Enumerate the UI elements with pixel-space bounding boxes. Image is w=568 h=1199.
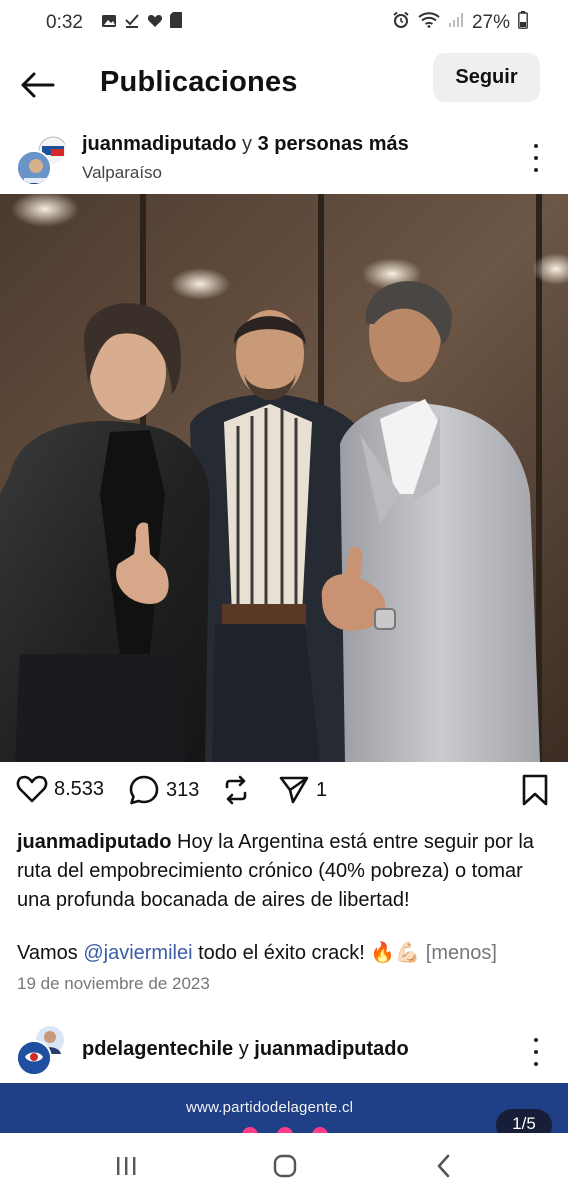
status-right: 27% [392, 11, 528, 35]
send-icon[interactable] [278, 774, 310, 806]
status-bar: 0:32 27% [0, 0, 568, 46]
notification-icons [101, 12, 182, 34]
next-author-avatar[interactable] [16, 1040, 52, 1076]
next-more-options-icon[interactable] [526, 1038, 546, 1066]
recent-apps-icon[interactable] [111, 1153, 141, 1179]
caption-vamos: Vamos [17, 942, 78, 964]
next-image-url-text: www.partidodelagente.cl [186, 1099, 354, 1116]
status-left: 0:32 [46, 12, 182, 34]
sd-card-icon [169, 12, 182, 34]
like-count: 8.533 [54, 777, 105, 800]
page-title: Publicaciones [100, 66, 298, 98]
post-header: juanmadiputado y 3 personas más Valparaí… [0, 128, 568, 190]
next-post-header: pdelagentechile y juanmadiputado [0, 1022, 568, 1082]
system-nav-bar [0, 1133, 568, 1199]
alarm-icon [392, 11, 410, 35]
bookmark-icon[interactable] [521, 774, 549, 806]
avatar-stack[interactable] [16, 132, 68, 186]
share-count: 1 [316, 778, 328, 801]
back-arrow-icon[interactable] [20, 70, 56, 100]
post-caption: juanmadiputado Hoy la Argentina está ent… [17, 828, 553, 915]
comment-action[interactable]: 313 [128, 774, 199, 806]
next-post-author[interactable]: pdelagentechile [82, 1038, 233, 1060]
photo-illustration [0, 194, 568, 762]
post-author-line[interactable]: juanmadiputado y 3 personas más [82, 133, 409, 156]
next-post-image[interactable]: www.partidodelagente.cl 1/5 [0, 1083, 568, 1133]
battery-percent: 27% [471, 12, 510, 33]
wifi-icon [418, 12, 440, 34]
share-action[interactable]: 1 [278, 774, 327, 806]
home-icon[interactable] [270, 1153, 300, 1179]
follow-button[interactable]: Seguir [433, 53, 540, 102]
less-link[interactable]: [menos] [426, 942, 497, 964]
post-date: 19 de noviembre de 2023 [17, 974, 210, 993]
next-image-graphic [242, 1127, 328, 1133]
like-action[interactable]: 8.533 [16, 774, 104, 804]
image-counter: 1/5 [496, 1109, 552, 1133]
image-icon [101, 12, 117, 34]
next-author-connector: y [238, 1038, 249, 1060]
author-connector: y [242, 133, 253, 155]
save-action[interactable] [521, 774, 549, 806]
post-caption-second: Vamos @javiermilei todo el éxito crack! … [17, 939, 557, 968]
post-author[interactable]: juanmadiputado [82, 133, 236, 155]
author-avatar[interactable] [16, 150, 52, 186]
app-header: Publicaciones Seguir [0, 52, 568, 116]
caption-mention-link[interactable]: @javiermilei [83, 942, 192, 964]
repost-icon[interactable] [220, 774, 252, 806]
next-post-coauthor[interactable]: juanmadiputado [254, 1038, 408, 1060]
post-photo[interactable] [0, 194, 568, 762]
battery-icon [518, 11, 528, 35]
back-nav-icon[interactable] [429, 1153, 459, 1179]
post-actions: 8.533 313 1 [0, 774, 568, 816]
more-options-icon[interactable] [526, 144, 546, 172]
caption-author[interactable]: juanmadiputado [17, 831, 171, 853]
status-time: 0:32 [46, 12, 83, 33]
heart-icon[interactable] [16, 774, 48, 804]
heart-icon [147, 12, 163, 34]
post-others[interactable]: 3 personas más [258, 133, 409, 155]
comment-icon[interactable] [128, 774, 160, 806]
caption-end: todo el éxito crack! 🔥💪🏻 [198, 942, 421, 964]
repost-action[interactable] [220, 774, 252, 806]
next-post-author-line[interactable]: pdelagentechile y juanmadiputado [82, 1038, 409, 1061]
signal-icon [448, 12, 464, 34]
post-location[interactable]: Valparaíso [82, 163, 162, 183]
check-download-icon [124, 12, 140, 34]
comment-count: 313 [166, 778, 200, 801]
